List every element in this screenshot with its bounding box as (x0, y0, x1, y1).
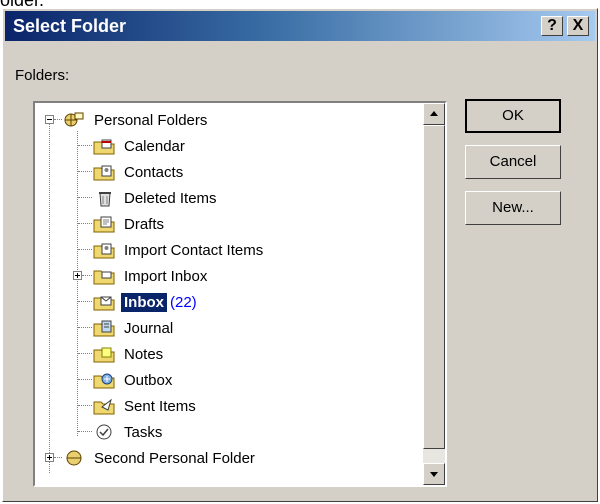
tree-item-outbox[interactable]: Outbox (93, 367, 175, 393)
select-folder-dialog: Select Folder ? X Folders: Personal Fold… (2, 8, 598, 502)
deleted-items-icon (99, 192, 111, 207)
scrollbar-thumb[interactable] (423, 125, 445, 449)
tree-line (78, 353, 92, 354)
tree-item-label: Personal Folders (94, 111, 208, 129)
tree-item-calendar[interactable]: Calendar (93, 133, 188, 159)
tree-item-contacts[interactable]: Contacts (93, 159, 186, 185)
tree-item-label-selected: Inbox (121, 292, 167, 312)
tree-item-label: Tasks (124, 423, 163, 441)
folder-tree-viewport: Personal Folders Calendar Contacts Delet… (35, 103, 421, 485)
tree-line (78, 145, 92, 146)
title-bar[interactable]: Select Folder ? X (5, 11, 595, 41)
tree-line (78, 249, 92, 250)
tree-line (78, 379, 92, 380)
tree-line (78, 171, 92, 172)
vertical-scrollbar[interactable] (423, 103, 445, 485)
tree-line (78, 223, 92, 224)
dialog-title: Select Folder (13, 16, 127, 36)
tree-line (78, 327, 92, 328)
tree-item-import-inbox[interactable]: Import Inbox (93, 263, 210, 289)
close-button[interactable]: X (567, 16, 589, 36)
sent-items-icon (93, 398, 115, 415)
expand-toggle[interactable] (45, 453, 54, 462)
tree-item-label: Drafts (124, 215, 165, 233)
expand-toggle[interactable] (73, 271, 82, 280)
scroll-up-button[interactable] (423, 103, 445, 125)
arrow-up-icon (430, 111, 438, 116)
tree-line (78, 301, 92, 302)
tree-item-drafts[interactable]: Drafts (93, 211, 167, 237)
tree-item-label: Calendar (124, 137, 185, 155)
contacts-folder-icon (93, 165, 115, 181)
tree-line (78, 405, 92, 406)
tree-item-deleted-items[interactable]: Deleted Items (93, 185, 220, 211)
tree-item-label: Sent Items (124, 397, 196, 415)
tree-item-import-contact-items[interactable]: Import Contact Items (93, 237, 266, 263)
tree-item-second-personal-folder[interactable]: Second Personal Folder (63, 445, 258, 471)
new-folder-button[interactable]: New... (465, 191, 561, 225)
inbox-folder-icon (93, 296, 115, 311)
tree-item-label: Import Contact Items (124, 241, 264, 259)
calendar-folder-icon (93, 139, 115, 155)
notes-folder-icon (93, 347, 115, 363)
tree-item-label: Notes (124, 345, 164, 363)
tree-item-label: Second Personal Folder (94, 449, 255, 467)
contacts-folder-icon (93, 243, 115, 259)
tree-line (54, 119, 62, 120)
ok-button[interactable]: OK (465, 99, 561, 133)
tree-item-label: Outbox (124, 371, 173, 389)
tree-line (49, 119, 50, 473)
unread-count: (22) (170, 293, 197, 311)
cancel-button[interactable]: Cancel (465, 145, 561, 179)
tree-item-label: Contacts (124, 163, 184, 181)
drafts-folder-icon (93, 216, 115, 233)
journal-folder-icon (93, 320, 115, 337)
collapse-toggle[interactable] (45, 115, 54, 124)
tree-item-label: Deleted Items (124, 189, 217, 207)
arrow-down-icon (430, 472, 438, 477)
folder-tree[interactable]: Personal Folders Calendar Contacts Delet… (33, 101, 447, 487)
tree-line (77, 131, 78, 436)
personal-folders-icon (64, 112, 84, 127)
tree-item-notes[interactable]: Notes (93, 341, 166, 367)
personal-folders-icon (66, 450, 82, 466)
tasks-folder-icon (96, 424, 112, 440)
folder-icon (93, 270, 115, 285)
tree-item-tasks[interactable]: Tasks (93, 419, 165, 445)
tree-line (54, 457, 62, 458)
folders-label: Folders: (15, 67, 70, 84)
tree-line (78, 431, 92, 432)
tree-item-label: Journal (124, 319, 174, 337)
tree-item-inbox[interactable]: Inbox (22) (93, 289, 197, 315)
tree-item-label: Import Inbox (124, 267, 208, 285)
help-button[interactable]: ? (541, 16, 563, 36)
tree-item-personal-folders[interactable]: Personal Folders (63, 107, 210, 133)
tree-item-sent-items[interactable]: Sent Items (93, 393, 199, 419)
tree-line (82, 275, 92, 276)
tree-line (78, 197, 92, 198)
tree-item-journal[interactable]: Journal (93, 315, 176, 341)
scroll-down-button[interactable] (423, 463, 445, 485)
outbox-folder-icon (93, 373, 115, 389)
